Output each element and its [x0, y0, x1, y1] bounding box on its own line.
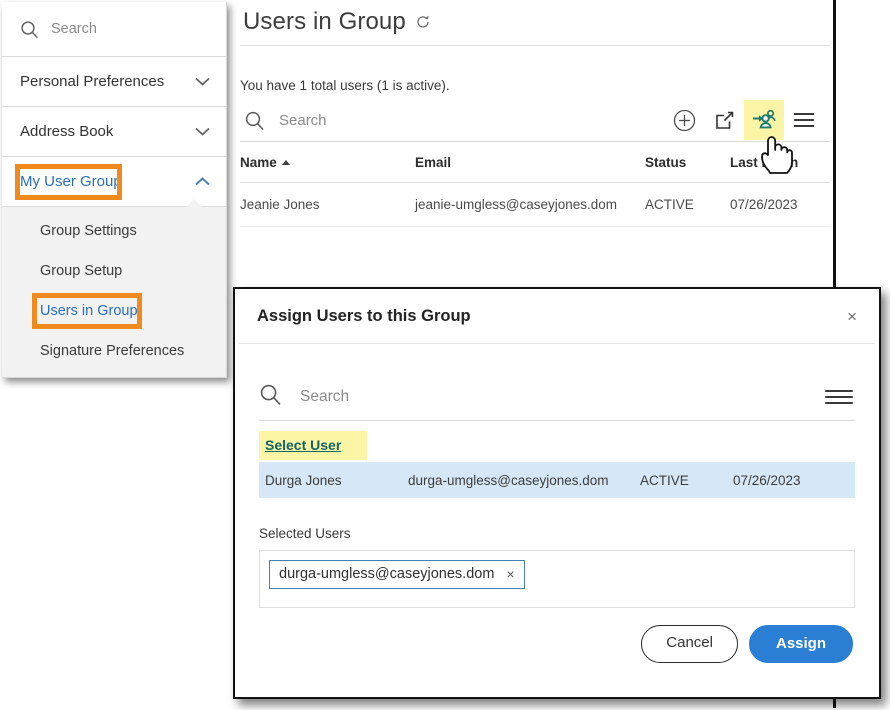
cell-status: ACTIVE: [645, 197, 694, 212]
table-header-row: Name Email Status Last Login: [240, 142, 830, 183]
sidebar-item-label: Address Book: [20, 123, 114, 140]
modal-footer: Cancel Assign: [259, 625, 855, 663]
modal-header-divider: [239, 343, 875, 344]
sidebar-search-input[interactable]: Search: [51, 21, 97, 37]
sidebar-item-label: Personal Preferences: [20, 73, 165, 90]
sidebar-item-label: Users in Group: [40, 303, 138, 319]
sidebar-submenu: Group Settings Group Setup Users in Grou…: [2, 199, 226, 377]
user-count-summary: You have 1 total users (1 is active).: [240, 78, 450, 93]
column-header-name-label: Name: [240, 154, 277, 170]
chevron-down-icon: [195, 127, 210, 136]
sidebar-item-group-setup[interactable]: Group Setup: [2, 251, 226, 291]
chip-remove-icon[interactable]: ×: [506, 566, 514, 582]
cell-email: durga-umgless@caseyjones.dom: [408, 472, 609, 488]
cell-last-login: 07/26/2023: [733, 472, 801, 488]
column-header-email[interactable]: Email: [415, 155, 645, 170]
modal-result-row[interactable]: Durga Jones durga-umgless@caseyjones.dom…: [259, 462, 855, 498]
close-icon[interactable]: ×: [847, 308, 857, 325]
title-divider: [240, 45, 830, 46]
search-input[interactable]: Search: [279, 112, 664, 129]
refresh-icon[interactable]: [415, 14, 431, 30]
hamburger-line: [825, 396, 853, 398]
cell-name: Jeanie Jones: [240, 197, 320, 212]
sidebar-search[interactable]: Search: [2, 2, 226, 57]
hamburger-menu-icon[interactable]: [825, 390, 853, 404]
table-row[interactable]: Jeanie Jones jeanie-umgless@caseyjones.d…: [240, 183, 830, 227]
search-icon: [20, 20, 39, 39]
column-header-status[interactable]: Status: [645, 155, 730, 170]
sidebar-item-personal-preferences[interactable]: Personal Preferences: [2, 57, 226, 107]
selected-users-label: Selected Users: [259, 526, 351, 541]
modal-search-bar: Search: [259, 374, 855, 421]
selected-user-chip[interactable]: durga-umgless@caseyjones.dom ×: [269, 560, 525, 589]
cell-name: Durga Jones: [265, 472, 342, 488]
modal-body: Search Select User Durga Jones durga-umg…: [235, 374, 879, 663]
modal-header: Assign Users to this Group ×: [235, 289, 879, 343]
page-header: Users in Group: [228, 0, 830, 36]
cell-status: ACTIVE: [640, 472, 689, 488]
sidebar-item-signature-preferences[interactable]: Signature Preferences: [2, 331, 226, 371]
chip-label: durga-umgless@caseyjones.dom: [279, 566, 495, 582]
search-icon[interactable]: [259, 383, 282, 411]
modal-search-input[interactable]: Search: [300, 388, 825, 406]
chevron-down-icon: [195, 77, 210, 86]
assign-button[interactable]: Assign: [748, 625, 853, 663]
sort-ascending-icon: [281, 159, 290, 165]
users-table: Name Email Status Last Login Jeanie Jone…: [240, 142, 830, 227]
hamburger-line: [825, 390, 853, 392]
hamburger-line: [825, 402, 853, 404]
sidebar-item-label: My User Group: [20, 173, 122, 190]
page-title: Users in Group: [243, 8, 406, 35]
share-export-icon[interactable]: [704, 100, 744, 140]
assign-users-icon[interactable]: [744, 100, 784, 140]
modal-title: Assign Users to this Group: [257, 306, 471, 325]
add-circle-icon[interactable]: [664, 100, 704, 140]
column-header-last-login[interactable]: Last Login: [730, 155, 830, 170]
hamburger-menu-icon[interactable]: [784, 100, 824, 140]
table-toolbar: Search: [240, 99, 830, 142]
sidebar-item-group-settings[interactable]: Group Settings: [2, 211, 226, 251]
cell-email: jeanie-umgless@caseyjones.dom: [415, 197, 618, 212]
assign-users-modal: Assign Users to this Group × Search Sele…: [233, 287, 881, 699]
select-user-header: Select User: [259, 431, 855, 460]
cancel-button[interactable]: Cancel: [641, 625, 738, 663]
chevron-up-icon: [195, 177, 210, 186]
column-header-name[interactable]: Name: [240, 155, 415, 170]
selected-users-box[interactable]: durga-umgless@caseyjones.dom ×: [259, 550, 855, 608]
search-icon[interactable]: [244, 110, 265, 131]
sidebar-panel: Search Personal Preferences Address Book…: [2, 2, 227, 378]
sidebar-item-users-in-group[interactable]: Users in Group: [2, 291, 226, 331]
cell-last-login: 07/26/2023: [730, 197, 798, 212]
sidebar-item-address-book[interactable]: Address Book: [2, 107, 226, 157]
select-user-link[interactable]: Select User: [259, 431, 368, 460]
